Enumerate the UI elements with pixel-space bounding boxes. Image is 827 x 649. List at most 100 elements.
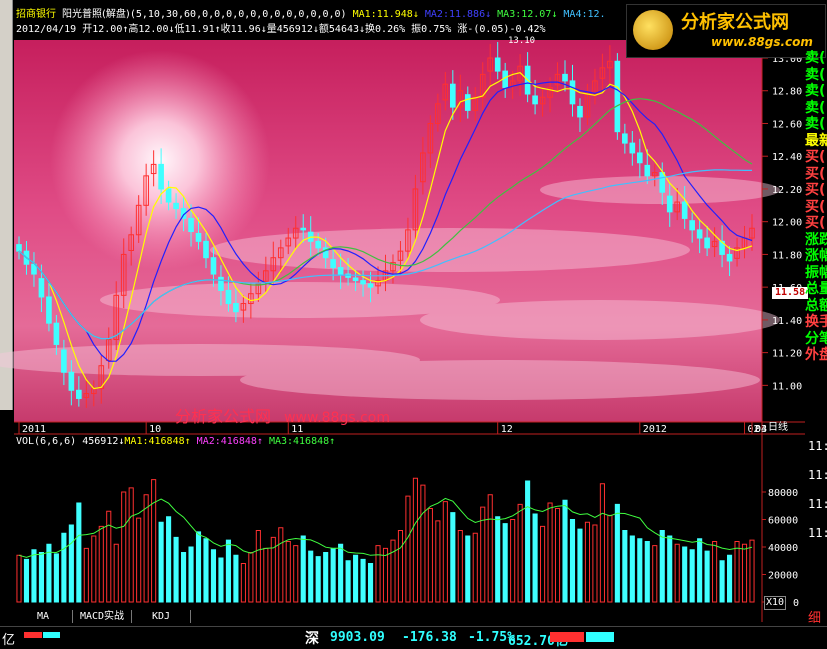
volume-bar-77 [592,524,598,603]
volume-axis: 80000 60000 40000 20000 0 [762,488,799,609]
sunset-background [0,40,780,422]
candle-body-80 [614,60,621,133]
candle-body-8 [76,389,82,399]
candle-body-74 [569,80,576,105]
candle-body-5 [53,322,60,345]
volume-bar-86 [659,530,665,603]
candle-body-38 [300,227,307,231]
status-change: -176.38 [402,630,457,645]
volume-bar-67 [517,503,523,603]
volume-bar-82 [629,535,635,603]
tab-macd[interactable]: MACD实战 [73,610,132,623]
vol-ma1: MA1:416848↑ [124,436,191,447]
volume-bar-3 [38,552,44,603]
candle-body-91 [696,229,703,239]
candle-body-92 [704,237,710,249]
vol-title[interactable]: VOL(6,6,6) [16,436,76,447]
candle-body-89 [681,201,688,219]
volume-bar-62 [480,506,486,603]
volume-tick-0: 80000 [768,488,798,499]
volume-bar-18 [151,479,157,603]
price-chart[interactable]: 13.0012.8012.6012.4012.2012.0011.8011.60… [0,0,827,647]
logo-globe-icon [633,10,673,50]
volume-bar-33 [263,547,269,603]
time-label-0: 2011 [22,424,46,435]
volume-bar-39 [308,550,314,603]
volume-bar-36 [285,541,291,603]
volume-bar-97 [741,543,748,603]
candle-body-21 [173,202,179,210]
candle-body-47 [367,283,374,288]
volume-bar-25 [203,538,209,603]
volume-tick-3: 20000 [768,571,798,582]
volume-bar-24 [195,531,202,603]
site-logo[interactable]: 分析家公式网 www.88gs.com [626,4,826,58]
sidebar-item-7: 买( [805,165,826,182]
volume-bar-71 [547,502,553,603]
sidebar-item-10: 买( [805,215,826,231]
candle-body-26 [210,257,217,275]
volume-bar-16 [136,517,142,603]
sidebar-item-15: 总额 [805,297,827,314]
indicator-tabs: MA MACD实战 KDJ [14,610,764,624]
sidebar-item-3: 卖( [805,99,826,116]
volume-bar-20 [166,516,172,603]
candle-body-82 [629,142,636,154]
volume-unit: X10 [764,596,787,610]
volume-bar-35 [278,527,284,603]
current-price-tag: 11.58 [772,287,809,299]
candle-body-0 [16,244,22,252]
volume-bar-27 [218,557,224,603]
candle-body-3 [38,278,45,298]
candle-body-84 [644,164,651,177]
volume-bar-90 [689,549,695,603]
volume-bar-9 [83,547,89,603]
sidebar-item-6: 买( [805,149,826,165]
volume-bar-84 [644,541,650,603]
volume-bar-13 [113,543,119,603]
detail-tab[interactable]: 细 [808,607,821,626]
time-label-3: 12 [501,424,513,435]
price-tick-5: 12.00 [772,218,802,229]
candle-body-43 [337,267,344,275]
time-axis: 2011 10 11 12 2012 020304 [18,422,767,435]
volume-bar-48 [375,545,381,603]
tab-ma[interactable]: MA [14,610,73,623]
volume-bar-95 [727,554,733,603]
volume-bar-70 [540,525,546,603]
volume-bar-11 [98,525,104,603]
volume-bar-6 [61,532,67,603]
right-mini-bars [550,632,614,642]
candle-body-23 [188,217,194,233]
logo-url: www.88gs.com [711,35,813,49]
candle-body-58 [449,83,456,108]
candle-body-7 [68,371,75,391]
volume-bar-89 [682,546,688,603]
volume-bar-23 [188,546,194,603]
status-market[interactable]: 深 [305,628,319,648]
volume-bar-63 [487,494,493,603]
candle-body-60 [464,94,471,111]
volume-bar-45 [353,554,359,603]
vol-ma2: MA2:416848↑ [196,436,263,447]
sidebar-item-17: 分笔 [805,330,827,347]
volume-bar-51 [397,530,404,603]
time-label-4: 2012 [643,424,667,435]
quote-sidebar: 卖(卖(卖(卖(卖(最新 买(买(买(买(买(涨跌 涨幅 振幅 总量 总额 换手 分笔 外盘 [805,50,827,390]
sidebar-item-12: 涨幅 [805,248,827,264]
candle-body-81 [622,133,628,144]
sidebar-item-14: 总量 [805,281,827,297]
period-mode-label[interactable]: 日线 [768,422,788,434]
volume-bar-22 [180,552,187,603]
volume-bar-93 [712,541,718,603]
volume-bar-61 [472,532,478,603]
logo-title: 分析家公式网 [681,12,789,33]
volume-bar-26 [210,549,217,603]
tab-kdj[interactable]: KDJ [132,610,191,623]
volume-bar-92 [704,550,710,603]
sidebar-item-0: 卖( [805,50,826,66]
price-tick-4: 12.20 [772,185,802,196]
price-tick-10: 11.00 [772,381,802,392]
candle-body-46 [360,280,366,285]
volume-bar-17 [143,494,149,603]
